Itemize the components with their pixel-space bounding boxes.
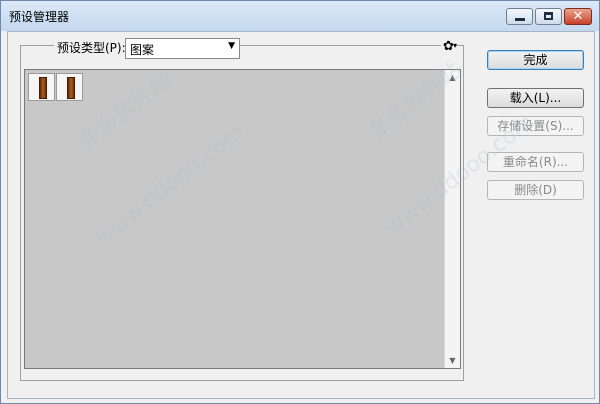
pattern-thumbnail[interactable] xyxy=(56,73,83,101)
delete-button[interactable]: 删除(D) xyxy=(487,180,584,200)
minimize-button[interactable] xyxy=(506,8,533,25)
minimize-icon xyxy=(515,18,525,21)
window-title: 预设管理器 xyxy=(9,10,70,24)
preset-type-label: 预设类型(P): xyxy=(54,39,129,56)
preset-type-dropdown[interactable]: 图案 ▼ xyxy=(125,38,240,59)
pattern-thumbnail[interactable] xyxy=(28,73,55,101)
close-icon: ✕ xyxy=(572,9,584,24)
save-settings-button[interactable]: 存储设置(S)... xyxy=(487,116,584,136)
dialog-content: 预设类型(P): 图案 ▼ ✿ ▾ ▲ ▼ 完成 载入(L)... 存储设置(S… xyxy=(7,31,595,399)
title-bar[interactable]: 预设管理器 ✕ xyxy=(1,1,599,31)
pattern-swatch-icon xyxy=(39,77,47,99)
vertical-scrollbar[interactable]: ▲ ▼ xyxy=(444,70,460,368)
load-button[interactable]: 载入(L)... xyxy=(487,88,584,108)
scroll-up-icon[interactable]: ▲ xyxy=(445,73,460,82)
rename-button[interactable]: 重命名(R)... xyxy=(487,152,584,172)
maximize-button[interactable] xyxy=(535,8,562,25)
preset-manager-window: 预设管理器 ✕ 预设类型(P): 图案 ▼ ✿ ▾ ▲ ▼ 完成 载入(L)..… xyxy=(0,0,600,404)
preset-type-value: 图案 xyxy=(130,43,155,57)
chevron-down-icon: ▼ xyxy=(228,41,235,51)
close-button[interactable]: ✕ xyxy=(564,8,592,25)
gear-menu-caret-icon[interactable]: ▾ xyxy=(453,41,457,50)
preset-list[interactable]: ▲ ▼ xyxy=(24,69,461,369)
pattern-swatch-icon xyxy=(67,77,75,99)
scroll-down-icon[interactable]: ▼ xyxy=(445,356,460,365)
done-button[interactable]: 完成 xyxy=(487,50,584,70)
maximize-icon xyxy=(544,12,553,20)
